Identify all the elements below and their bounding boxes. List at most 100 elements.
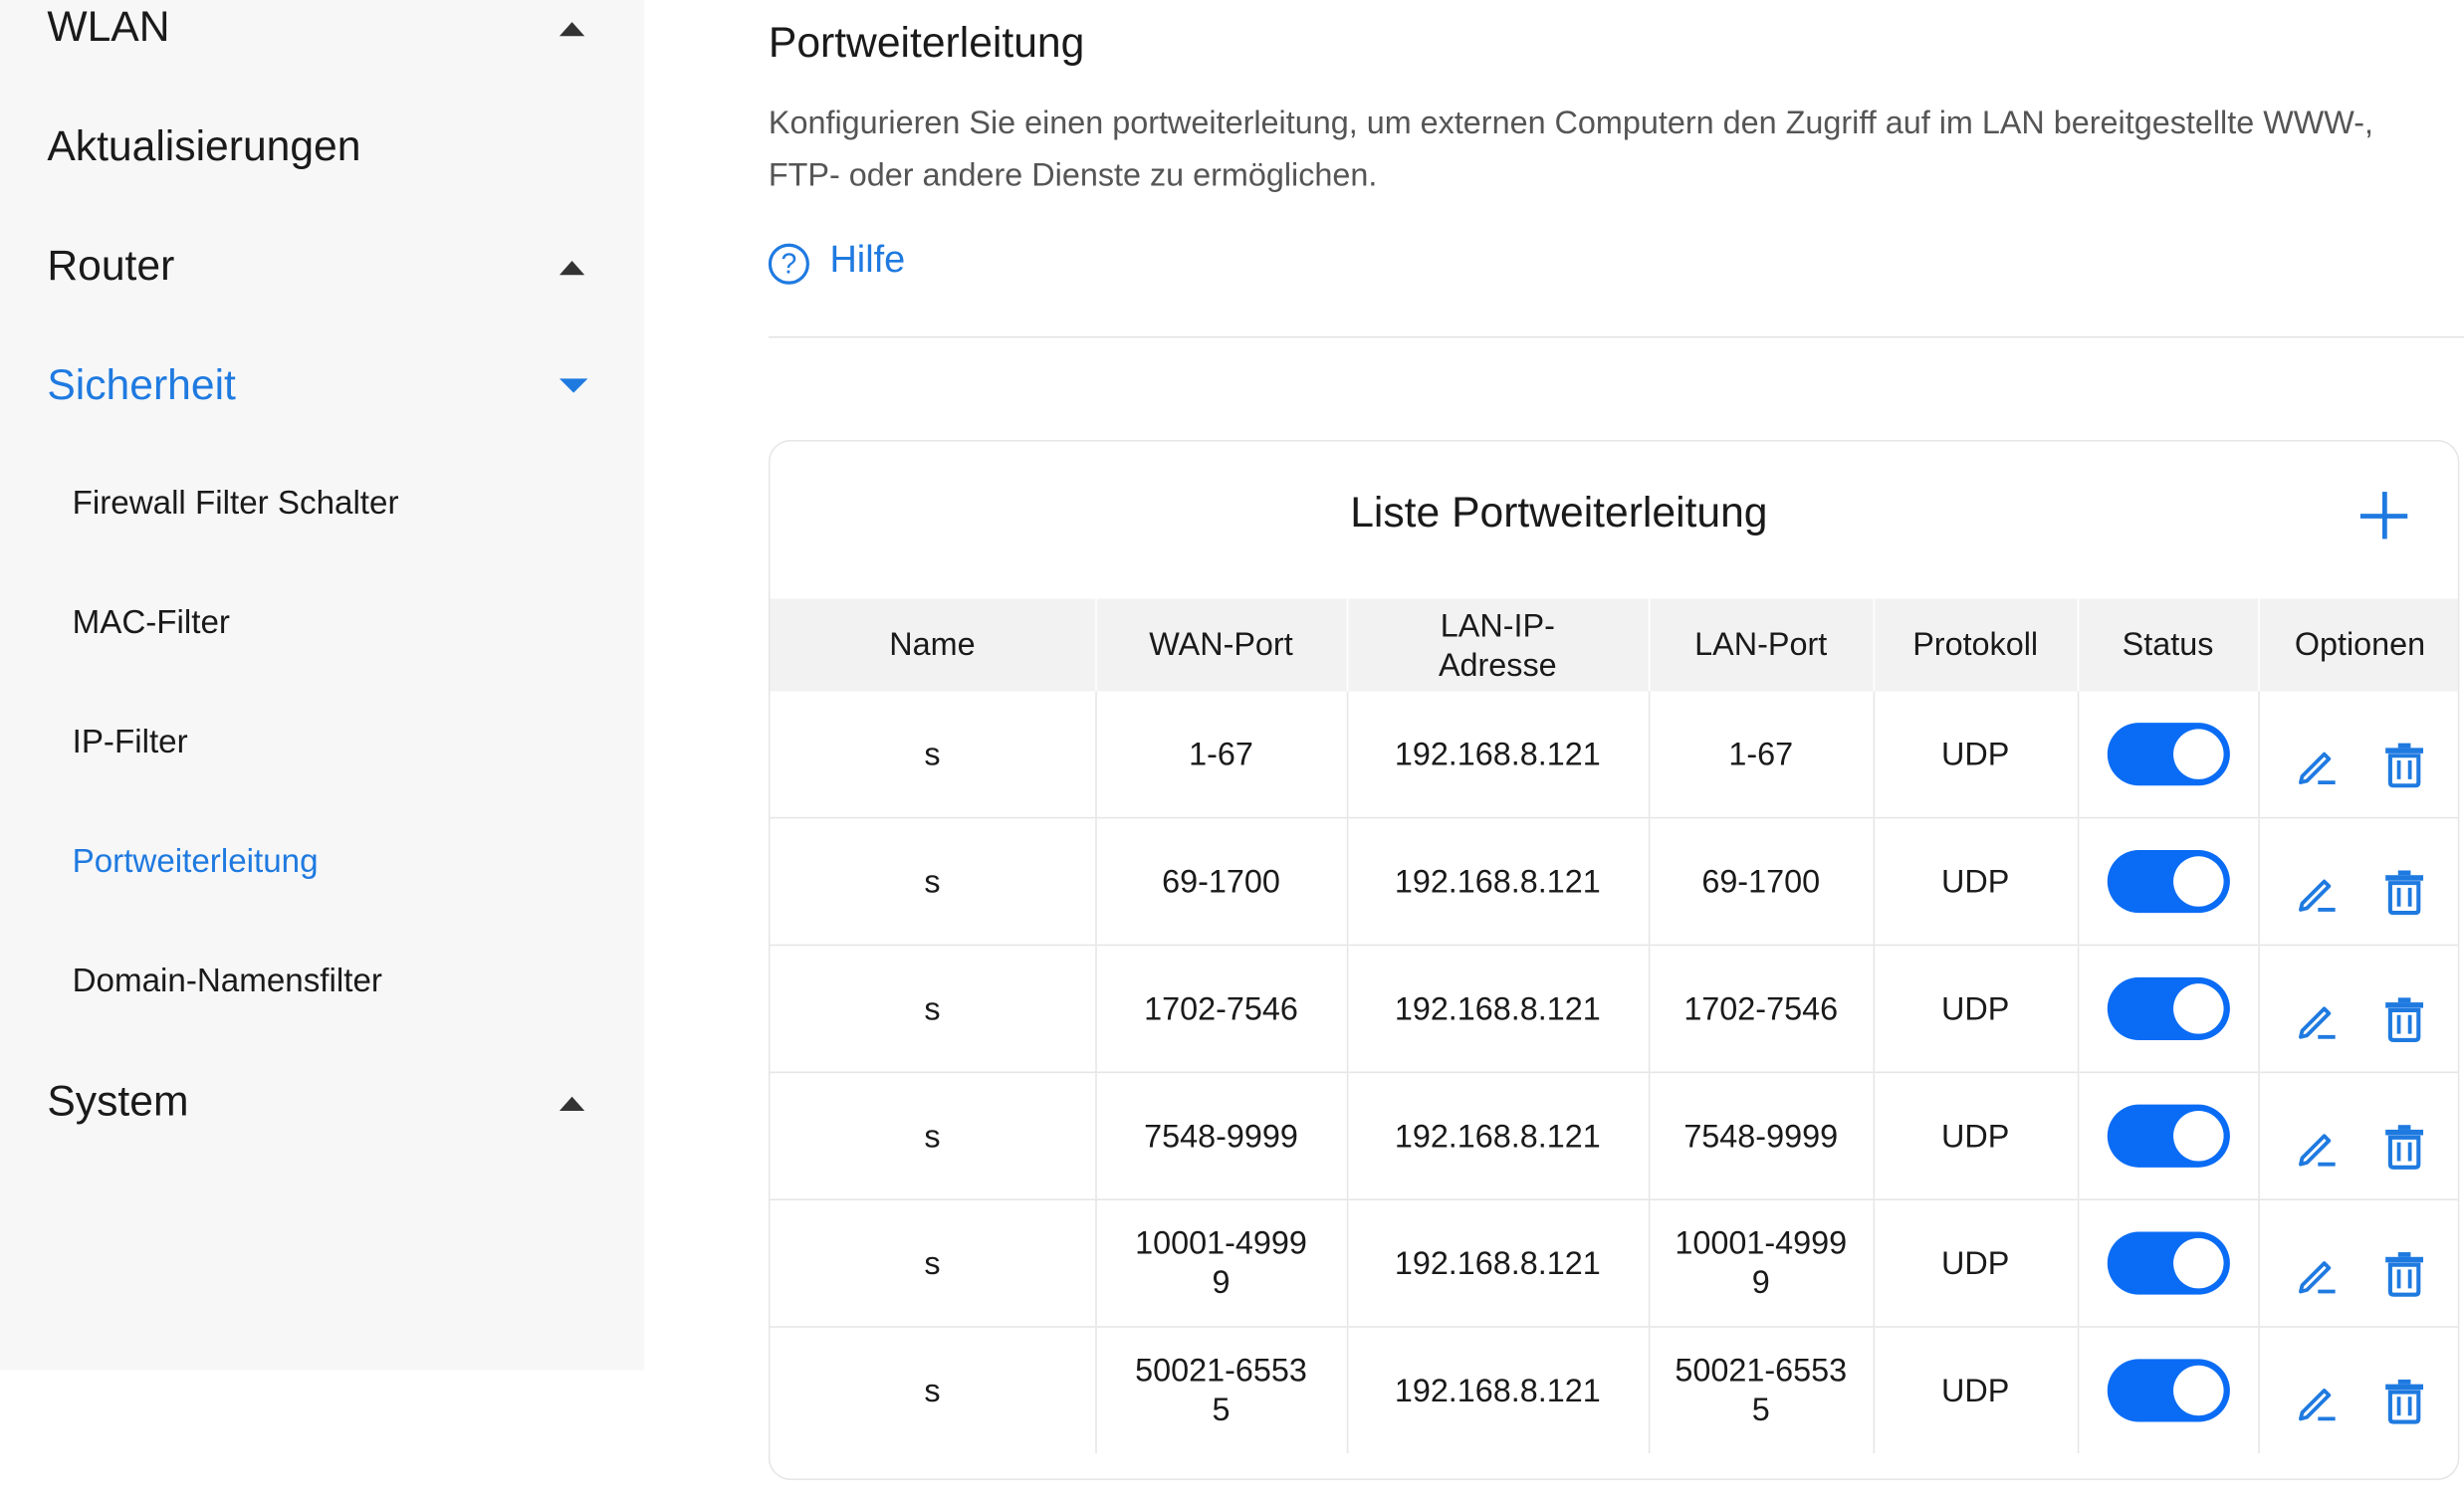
chevron-down-icon[interactable] — [559, 378, 588, 393]
cell-lan-port: 69-1700 — [1648, 816, 1875, 946]
sidebar-item-domain-namensfilter[interactable]: Domain-Namensfilter — [73, 964, 382, 1001]
sidebar-item-portweiterleitung[interactable]: Portweiterleitung — [73, 844, 319, 882]
edit-icon[interactable] — [2291, 1375, 2342, 1425]
sidebar: WLAN Aktualisierungen Router Sicherheit … — [0, 0, 645, 1371]
toggle-knob — [2172, 1237, 2223, 1289]
cell-lan-port: 10001-49999 — [1648, 1198, 1875, 1328]
cell-lan-ip: 192.168.8.121 — [1346, 1326, 1650, 1454]
delete-icon[interactable] — [2378, 1247, 2429, 1298]
sidebar-item-aktualisierungen[interactable]: Aktualisierungen — [47, 122, 360, 171]
column-header-status: Status — [2077, 598, 2260, 692]
edit-icon[interactable] — [2291, 1247, 2342, 1298]
sidebar-item-wlan[interactable]: WLAN — [47, 3, 169, 52]
cell-lan-port: 7548-9999 — [1648, 1071, 1875, 1200]
table-row: s 50021-65535 192.168.8.121 50021-65535 … — [770, 1326, 2458, 1454]
status-toggle[interactable] — [2106, 1359, 2230, 1422]
column-header-lan-ip: LAN-IP- Adresse — [1346, 598, 1650, 692]
table-row: s 69-1700 192.168.8.121 69-1700 UDP — [770, 816, 2458, 946]
toggle-knob — [2172, 983, 2223, 1034]
toggle-knob — [2172, 1110, 2223, 1162]
cell-name: s — [770, 1071, 1097, 1200]
cell-lan-ip: 192.168.8.121 — [1346, 1071, 1650, 1200]
help-label: Hilfe — [829, 238, 906, 282]
page: WLAN Aktualisierungen Router Sicherheit … — [0, 0, 2464, 1504]
cell-options — [2258, 1326, 2458, 1454]
cell-status — [2077, 691, 2260, 818]
cell-options — [2258, 1071, 2458, 1200]
status-toggle[interactable] — [2106, 849, 2230, 914]
delete-icon[interactable] — [2378, 993, 2429, 1044]
cell-name: s — [770, 691, 1097, 818]
cell-wan-port: 10001-49999 — [1095, 1198, 1348, 1328]
column-header-name: Name — [770, 598, 1097, 692]
cell-options — [2258, 1198, 2458, 1328]
status-toggle[interactable] — [2106, 1104, 2230, 1168]
page-title: Portweiterleitung — [768, 18, 1085, 67]
table-row: s 10001-49999 192.168.8.121 10001-49999 … — [770, 1198, 2458, 1328]
table-row: s 7548-9999 192.168.8.121 7548-9999 UDP — [770, 1071, 2458, 1200]
column-header-optionen: Optionen — [2258, 598, 2458, 692]
column-header-protokoll: Protokoll — [1873, 598, 2079, 692]
cell-lan-ip: 192.168.8.121 — [1346, 691, 1650, 818]
help-link[interactable]: ? Hilfe — [768, 236, 906, 287]
delete-icon[interactable] — [2378, 866, 2429, 917]
status-toggle[interactable] — [2106, 723, 2230, 786]
toggle-knob — [2172, 729, 2223, 779]
delete-icon[interactable] — [2378, 739, 2429, 789]
add-rule-button[interactable] — [2359, 492, 2408, 539]
sidebar-item-system[interactable]: System — [47, 1078, 188, 1127]
cell-status — [2077, 1071, 2260, 1200]
column-header-lan-port: LAN-Port — [1648, 598, 1875, 692]
cell-wan-port: 1-67 — [1095, 691, 1348, 818]
cell-lan-ip: 192.168.8.121 — [1346, 816, 1650, 946]
cell-options — [2258, 944, 2458, 1073]
stage: WLAN Aktualisierungen Router Sicherheit … — [0, 0, 2464, 1504]
sidebar-item-router[interactable]: Router — [47, 242, 174, 291]
cell-protocol: UDP — [1873, 816, 2079, 946]
divider — [768, 335, 2464, 338]
help-icon: ? — [768, 243, 809, 285]
edit-icon[interactable] — [2291, 866, 2342, 917]
edit-icon[interactable] — [2291, 993, 2342, 1044]
cell-protocol: UDP — [1873, 1198, 2079, 1328]
cell-name: s — [770, 816, 1097, 946]
status-toggle[interactable] — [2106, 1231, 2230, 1295]
edit-icon[interactable] — [2291, 1120, 2342, 1171]
chevron-up-icon[interactable] — [559, 1096, 585, 1111]
port-forwarding-list-card: Liste Portweiterleitung Name WAN-Port LA… — [768, 439, 2460, 1480]
cell-protocol: UDP — [1873, 1071, 2079, 1200]
sidebar-item-ip-filter[interactable]: IP-Filter — [73, 725, 188, 762]
cell-lan-ip: 192.168.8.121 — [1346, 944, 1650, 1073]
table-row: s 1-67 192.168.8.121 1-67 UDP — [770, 691, 2457, 818]
cell-lan-port: 50021-65535 — [1648, 1326, 1875, 1454]
cell-wan-port: 69-1700 — [1095, 816, 1348, 946]
cell-status — [2077, 944, 2260, 1073]
cell-options — [2258, 692, 2457, 818]
chevron-up-icon[interactable] — [559, 22, 585, 37]
sidebar-item-firewall-filter-schalter[interactable]: Firewall Filter Schalter — [73, 486, 399, 524]
sidebar-item-sicherheit[interactable]: Sicherheit — [47, 361, 236, 410]
cell-options — [2258, 816, 2458, 946]
table-row: s 1702-7546 192.168.8.121 1702-7546 UDP — [770, 944, 2458, 1073]
cell-protocol: UDP — [1873, 944, 2079, 1073]
cell-protocol: UDP — [1873, 1326, 2079, 1454]
cell-lan-port: 1-67 — [1648, 691, 1875, 818]
cell-name: s — [770, 1326, 1097, 1454]
column-header-wan-port: WAN-Port — [1095, 598, 1348, 692]
cell-lan-port: 1702-7546 — [1648, 944, 1875, 1073]
card-title: Liste Portweiterleitung — [1350, 488, 1768, 537]
cell-lan-ip: 192.168.8.121 — [1346, 1198, 1650, 1328]
toggle-knob — [2172, 1365, 2223, 1416]
delete-icon[interactable] — [2378, 1375, 2429, 1425]
edit-icon[interactable] — [2291, 739, 2342, 789]
chevron-up-icon[interactable] — [559, 261, 585, 276]
cell-status — [2077, 1326, 2260, 1454]
cell-name: s — [770, 1198, 1097, 1328]
cell-wan-port: 50021-65535 — [1095, 1326, 1348, 1454]
status-toggle[interactable] — [2106, 976, 2230, 1040]
delete-icon[interactable] — [2378, 1120, 2429, 1171]
cell-status — [2077, 816, 2260, 946]
sidebar-item-mac-filter[interactable]: MAC-Filter — [73, 605, 230, 643]
cell-protocol: UDP — [1873, 691, 2079, 818]
cell-status — [2077, 1198, 2260, 1328]
